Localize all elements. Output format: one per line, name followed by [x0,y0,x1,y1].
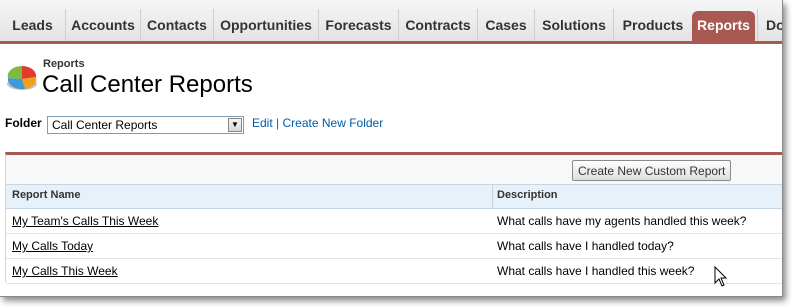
create-new-folder-link[interactable]: Create New Folder [283,116,384,130]
mouse-cursor-icon [714,266,728,287]
report-name-link[interactable]: My Team's Calls This Week [12,214,158,228]
table-row: My Team's Calls This Week What calls hav… [6,209,782,234]
tab-forecasts[interactable]: Forecasts [318,9,398,41]
reports-table: Report Name Description My Team's Calls … [6,184,782,284]
folder-label: Folder [5,116,42,130]
tab-contacts[interactable]: Contacts [140,9,213,41]
tab-cases[interactable]: Cases [477,9,534,41]
edit-folder-link[interactable]: Edit [252,116,273,130]
table-row: My Calls This Week What calls have I han… [6,259,782,284]
tab-reports[interactable]: Reports [692,11,755,41]
app-window: Leads Accounts Contacts Opportunities Fo… [0,0,783,297]
table-row: My Calls Today What calls have I handled… [6,234,782,259]
chevron-down-icon[interactable]: ▼ [228,118,242,132]
breadcrumb: Reports [43,58,85,70]
report-description: What calls have I handled this week? [497,264,695,278]
table-header: Report Name Description [6,184,782,209]
page-title: Call Center Reports [42,71,253,98]
tab-solutions[interactable]: Solutions [534,9,613,41]
folder-links: Edit | Create New Folder [252,116,383,130]
report-description: What calls have my agents handled this w… [497,214,747,228]
tab-accounts[interactable]: Accounts [65,9,140,41]
tab-opportunities[interactable]: Opportunities [213,9,318,41]
report-name-link[interactable]: My Calls This Week [12,264,118,278]
tab-documents[interactable]: Do [757,9,782,41]
tab-products[interactable]: Products [613,9,692,41]
column-header-report-name[interactable]: Report Name [12,189,80,201]
tab-leads[interactable]: Leads [0,9,65,41]
reports-panel: Create New Custom Report Report Name Des… [5,152,782,284]
column-header-description[interactable]: Description [497,189,558,201]
report-description: What calls have I handled today? [497,239,674,253]
create-new-custom-report-button[interactable]: Create New Custom Report [572,160,732,181]
column-divider [492,185,493,208]
link-separator: | [276,116,280,130]
tab-bar: Leads Accounts Contacts Opportunities Fo… [0,0,782,44]
folder-select[interactable]: Call Center Reports ▼ [47,116,244,134]
folder-select-value: Call Center Reports [52,118,158,132]
report-name-link[interactable]: My Calls Today [12,239,93,253]
tab-contracts[interactable]: Contracts [398,9,477,41]
pie-chart-icon [7,65,37,90]
